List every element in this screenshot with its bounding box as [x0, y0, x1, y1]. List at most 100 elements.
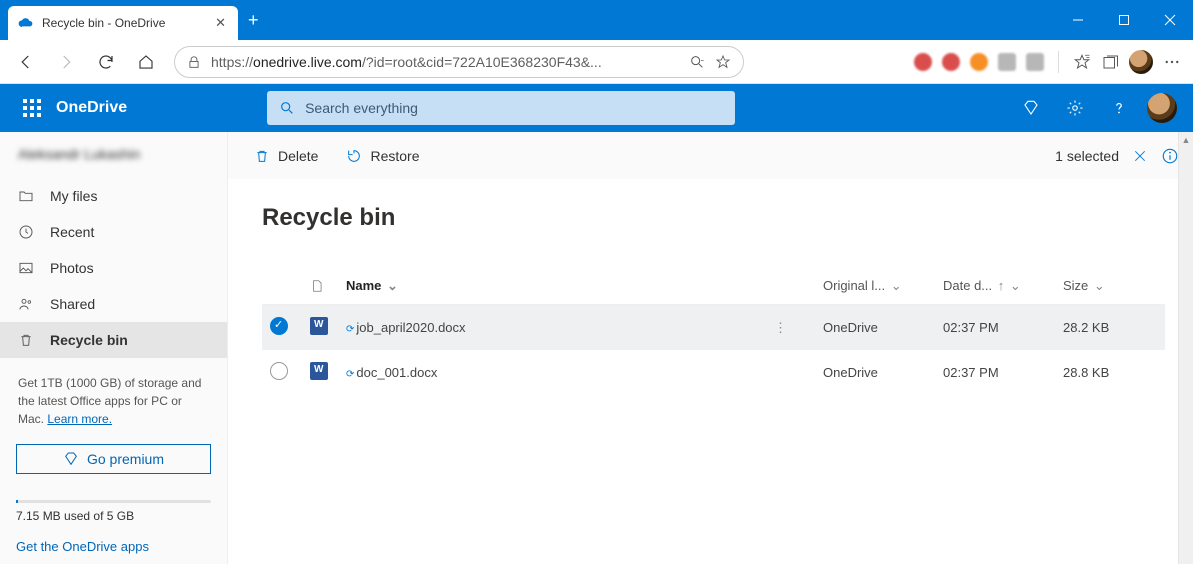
clear-selection-icon[interactable]	[1133, 149, 1147, 163]
chevron-down-icon: ⌄	[1010, 278, 1021, 293]
info-icon[interactable]	[1161, 147, 1179, 165]
profile-avatar[interactable]	[1129, 50, 1153, 74]
file-size: 28.2 KB	[1055, 305, 1165, 351]
diamond-icon	[63, 451, 79, 467]
sidebar-item-label: Photos	[50, 260, 94, 276]
collections-icon[interactable]	[1101, 53, 1119, 71]
app-launcher-button[interactable]	[16, 92, 48, 124]
file-location: OneDrive	[815, 350, 935, 395]
page-title: Recycle bin	[262, 204, 1165, 232]
command-bar: Delete Restore 1 selected	[228, 132, 1193, 180]
sidebar-item-myfiles[interactable]: My files	[0, 178, 227, 214]
clock-icon	[18, 224, 36, 240]
sidebar-item-label: Recent	[50, 224, 94, 240]
extension-icon[interactable]	[970, 53, 988, 71]
new-tab-button[interactable]: +	[248, 10, 259, 31]
sidebar-item-label: Recycle bin	[50, 332, 128, 348]
word-file-icon	[310, 362, 328, 380]
premium-diamond-icon[interactable]	[1015, 92, 1047, 124]
promo-text: Get 1TB (1000 GB) of storage and the lat…	[0, 358, 227, 438]
file-date: 02:37 PM	[935, 350, 1055, 395]
more-menu-icon[interactable]	[1163, 53, 1181, 71]
extension-icon[interactable]	[914, 53, 932, 71]
table-row[interactable]: ⟳job_april2020.docx ⋮ OneDrive02:37 PM28.2…	[262, 305, 1165, 351]
window-controls	[1055, 0, 1193, 40]
sidebar-item-recent[interactable]: Recent	[0, 214, 227, 250]
forward-button[interactable]	[48, 44, 84, 80]
go-premium-button[interactable]: Go premium	[16, 444, 211, 474]
table-row[interactable]: ⟳doc_001.docx OneDrive02:37 PM28.8 KB	[262, 350, 1165, 395]
extensions-row	[914, 50, 1185, 74]
file-date: 02:37 PM	[935, 305, 1055, 351]
favorites-list-icon[interactable]	[1073, 53, 1091, 71]
chevron-down-icon: ⌄	[891, 278, 902, 293]
col-filetype-icon[interactable]	[302, 268, 338, 305]
learn-more-link[interactable]: Learn more.	[47, 412, 112, 426]
file-location: OneDrive	[815, 305, 935, 351]
col-date[interactable]: Date d... ↑ ⌄	[935, 268, 1055, 305]
sidebar: Aleksandr Lukashin My files Recent Photo…	[0, 132, 228, 564]
sidebar-item-label: Shared	[50, 296, 95, 312]
get-apps-link[interactable]: Get the OneDrive apps	[16, 539, 149, 554]
lock-icon	[187, 55, 201, 69]
file-name: job_april2020.docx	[356, 320, 465, 335]
window-minimize-button[interactable]	[1055, 0, 1101, 40]
selection-count: 1 selected	[1055, 148, 1119, 164]
back-button[interactable]	[8, 44, 44, 80]
sidebar-item-label: My files	[50, 188, 97, 204]
browser-titlebar: Recycle bin - OneDrive ✕ +	[0, 0, 1193, 40]
sync-icon: ⟳	[346, 369, 354, 380]
sidebar-item-shared[interactable]: Shared	[0, 286, 227, 322]
col-location[interactable]: Original l... ⌄	[815, 268, 935, 305]
chevron-down-icon: ⌄	[387, 278, 398, 293]
brand-title[interactable]: OneDrive	[56, 99, 127, 117]
url-text: https://onedrive.live.com/?id=root&cid=7…	[211, 54, 602, 70]
browser-tab[interactable]: Recycle bin - OneDrive ✕	[8, 6, 238, 40]
row-checkbox[interactable]	[270, 317, 288, 335]
sidebar-user-name: Aleksandr Lukashin	[0, 132, 227, 176]
file-table: Name ⌄ Original l... ⌄ Date d... ↑ ⌄ Siz…	[262, 268, 1165, 395]
window-close-button[interactable]	[1147, 0, 1193, 40]
scrollbar[interactable]: ▲	[1178, 132, 1193, 564]
content-area: Delete Restore 1 selected Recycle bin Na	[228, 132, 1193, 564]
search-box[interactable]	[267, 91, 735, 125]
col-size[interactable]: Size ⌄	[1055, 268, 1165, 305]
extension-icon[interactable]	[998, 53, 1016, 71]
scroll-up-icon[interactable]: ▲	[1179, 132, 1193, 148]
search-input[interactable]	[305, 100, 723, 116]
address-bar[interactable]: https://onedrive.live.com/?id=root&cid=7…	[174, 46, 744, 78]
row-checkbox[interactable]	[270, 362, 288, 380]
window-maximize-button[interactable]	[1101, 0, 1147, 40]
extension-icon[interactable]	[1026, 53, 1044, 71]
col-name[interactable]: Name ⌄	[338, 268, 815, 305]
file-name: doc_001.docx	[356, 365, 437, 380]
more-actions-icon[interactable]: ⋮	[774, 320, 787, 336]
sync-icon: ⟳	[346, 324, 354, 335]
restore-icon	[346, 148, 362, 164]
refresh-button[interactable]	[88, 44, 124, 80]
storage-bar	[16, 500, 211, 503]
extension-icon[interactable]	[942, 53, 960, 71]
help-icon[interactable]	[1103, 92, 1135, 124]
account-avatar[interactable]	[1147, 93, 1177, 123]
people-icon	[18, 296, 36, 312]
folder-icon	[18, 188, 36, 204]
divider	[1058, 51, 1059, 73]
settings-gear-icon[interactable]	[1059, 92, 1091, 124]
search-in-page-icon[interactable]	[689, 54, 705, 70]
tab-close-icon[interactable]: ✕	[215, 15, 226, 31]
chevron-down-icon: ⌄	[1094, 278, 1105, 293]
tab-title: Recycle bin - OneDrive	[42, 16, 207, 30]
search-icon	[279, 100, 295, 116]
restore-button[interactable]: Restore	[334, 136, 431, 176]
file-size: 28.8 KB	[1055, 350, 1165, 395]
browser-toolbar: https://onedrive.live.com/?id=root&cid=7…	[0, 40, 1193, 84]
sidebar-item-photos[interactable]: Photos	[0, 250, 227, 286]
delete-button[interactable]: Delete	[242, 136, 330, 176]
home-button[interactable]	[128, 44, 164, 80]
sidebar-item-recyclebin[interactable]: Recycle bin	[0, 322, 227, 358]
onedrive-cloud-icon	[18, 15, 34, 31]
favorite-star-icon[interactable]	[715, 54, 731, 70]
sort-asc-icon: ↑	[998, 278, 1005, 293]
photo-icon	[18, 260, 36, 276]
